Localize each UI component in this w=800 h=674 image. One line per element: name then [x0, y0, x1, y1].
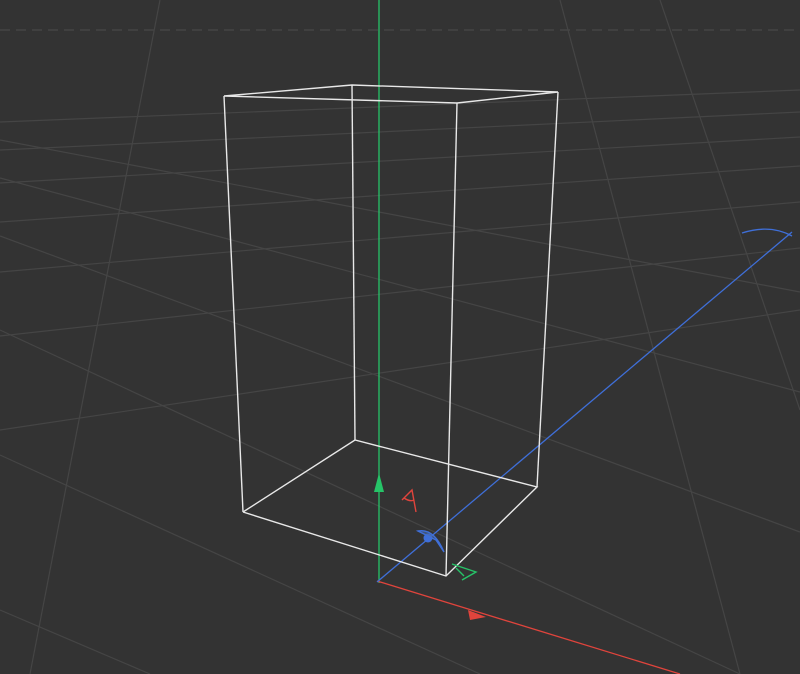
grid-line [0, 609, 151, 674]
y-arrow-icon[interactable] [374, 473, 384, 492]
grid-line [659, 0, 800, 411]
box-bottom-face [242, 439, 539, 577]
z-axis-line [376, 231, 793, 583]
world-axes [376, 0, 793, 674]
x-rotate-arc-icon[interactable] [401, 488, 417, 513]
viewport-canvas[interactable] [0, 0, 800, 674]
box-edge-front-left [223, 95, 244, 513]
box-edge-back-left [351, 84, 356, 441]
box-edge-front-right [445, 102, 458, 577]
grid-line [0, 309, 800, 431]
transform-gizmo[interactable] [374, 473, 486, 620]
grid-line [29, 0, 161, 674]
z-axis-end-marker [741, 228, 793, 237]
grid-line [0, 329, 741, 674]
grid-line [0, 235, 800, 533]
grid-line [0, 165, 800, 223]
box-top-face [223, 84, 559, 104]
wireframe-box[interactable] [223, 84, 559, 577]
3d-viewport[interactable] [0, 0, 800, 674]
x-axis-line [376, 580, 681, 674]
grid-line [0, 139, 800, 293]
grid-line [559, 0, 741, 674]
